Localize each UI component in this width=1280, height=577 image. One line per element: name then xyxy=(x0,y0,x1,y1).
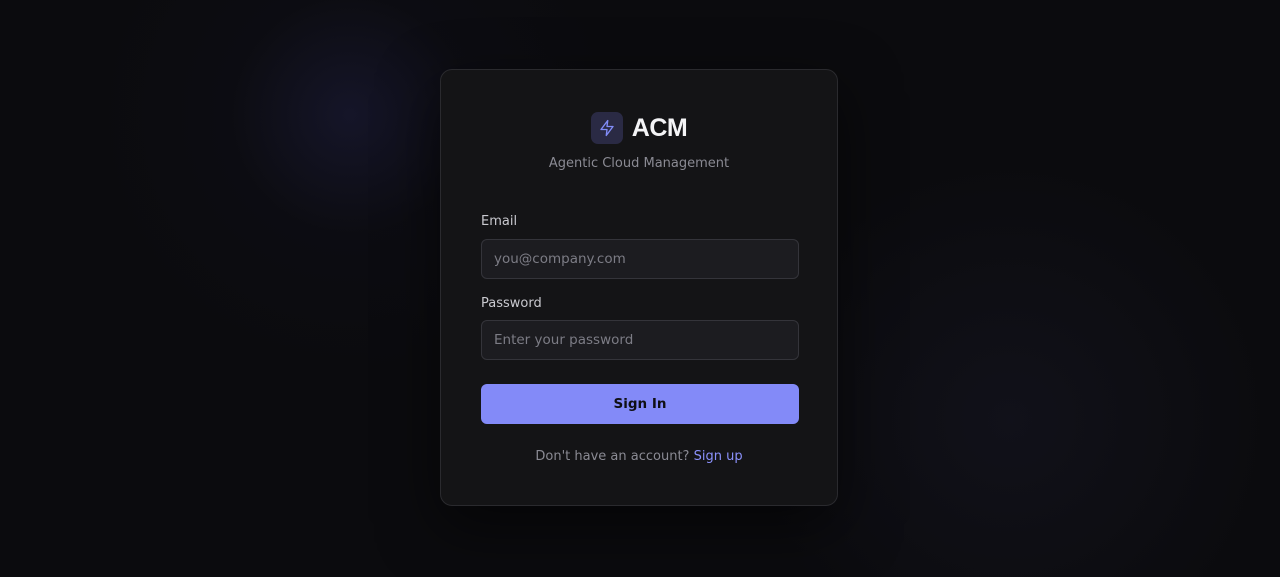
brand-name: ACM xyxy=(631,113,688,142)
login-card: ACM Agentic Cloud Management Email Passw… xyxy=(440,69,838,506)
signup-prompt: Don't have an account? Sign up xyxy=(441,449,837,464)
email-label: Email xyxy=(481,214,518,229)
brand-tagline: Agentic Cloud Management xyxy=(548,156,730,171)
sign-in-button[interactable]: Sign In xyxy=(481,384,799,424)
lightning-bolt-icon xyxy=(600,119,614,137)
signup-prompt-text: Don't have an account? xyxy=(535,449,690,464)
brand-header: ACM xyxy=(441,112,837,144)
email-field[interactable] xyxy=(481,239,799,279)
sign-up-link[interactable]: Sign up xyxy=(694,449,743,464)
password-label: Password xyxy=(481,296,542,311)
password-field[interactable] xyxy=(481,320,799,360)
logo-badge xyxy=(590,112,623,144)
